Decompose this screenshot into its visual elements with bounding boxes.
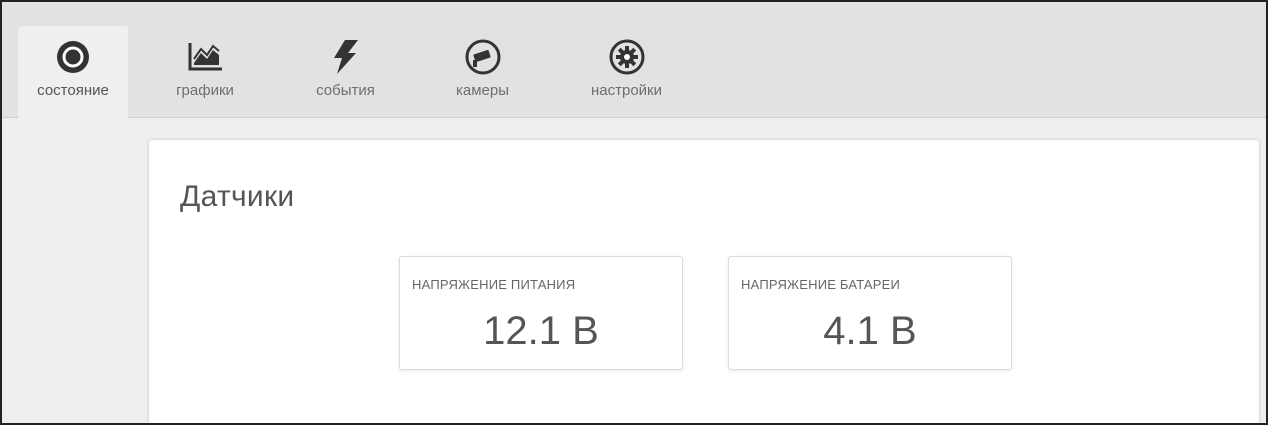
chart-icon: [185, 40, 225, 74]
gear-icon: [607, 39, 647, 75]
tab-events-label: события: [316, 82, 375, 99]
tab-cameras[interactable]: камеры: [440, 26, 525, 118]
sensors-card: Датчики НАПРЯЖЕНИЕ ПИТАНИЯ 12.1 В НАПРЯЖ…: [149, 140, 1259, 423]
tab-cameras-label: камеры: [455, 82, 509, 99]
sensor-label: НАПРЯЖЕНИЕ БАТАРЕИ: [741, 277, 901, 292]
top-nav: состояние графики события камеры настрой…: [2, 2, 1266, 118]
tab-charts[interactable]: графики: [160, 26, 250, 118]
tab-charts-label: графики: [176, 82, 234, 99]
tab-status[interactable]: состояние: [18, 26, 128, 118]
tab-status-label: состояние: [37, 82, 109, 99]
sensor-battery-voltage: НАПРЯЖЕНИЕ БАТАРЕИ 4.1 В: [728, 256, 1012, 370]
status-circle-icon: [53, 40, 93, 74]
sensor-value: 12.1 В: [483, 309, 599, 353]
sensor-value: 4.1 В: [823, 309, 917, 353]
tab-events[interactable]: события: [298, 26, 393, 118]
app-window: состояние графики события камеры настрой…: [0, 0, 1268, 425]
camera-icon: [463, 39, 503, 75]
page-title: Датчики: [180, 180, 295, 213]
sensor-supply-voltage: НАПРЯЖЕНИЕ ПИТАНИЯ 12.1 В: [399, 256, 683, 370]
tab-settings-label: настройки: [590, 82, 662, 99]
lightning-icon: [326, 40, 366, 74]
tab-settings[interactable]: настройки: [574, 26, 679, 118]
sensor-label: НАПРЯЖЕНИЕ ПИТАНИЯ: [412, 277, 576, 292]
